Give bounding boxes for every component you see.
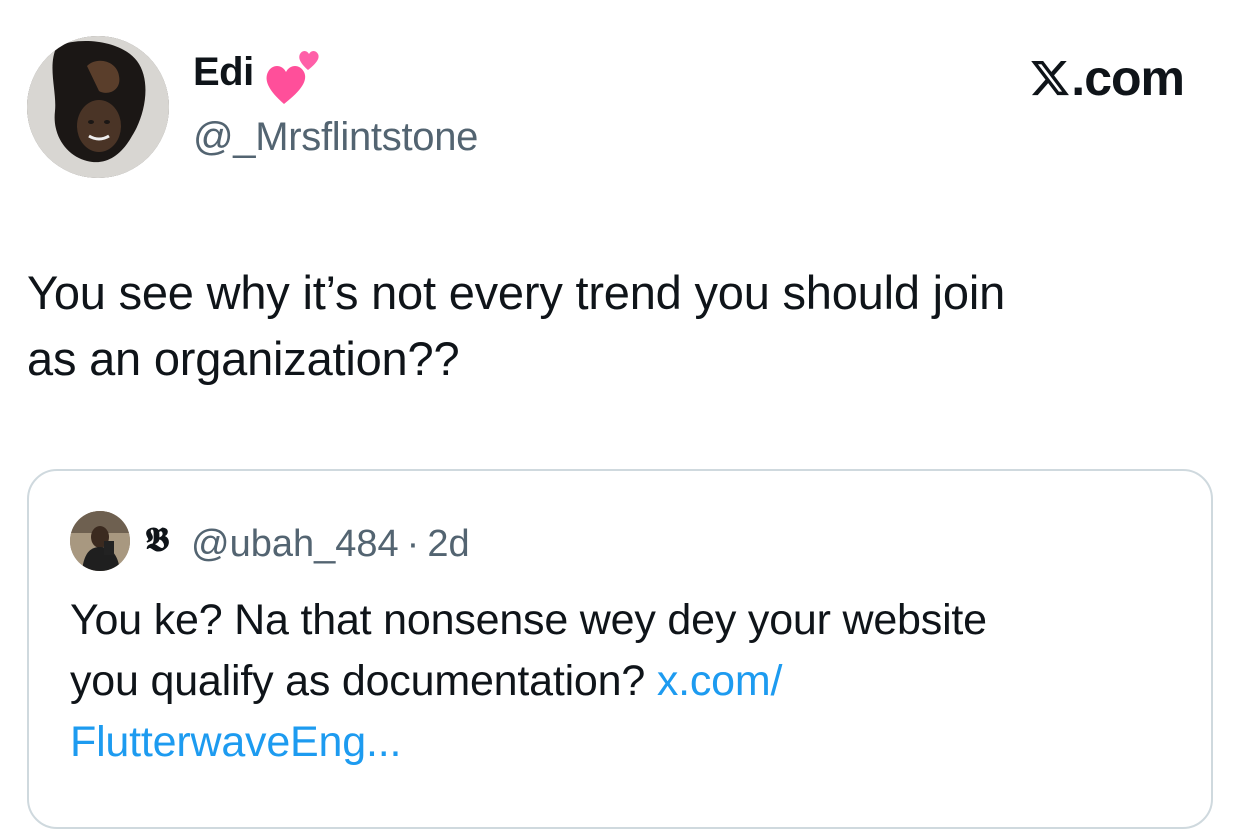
x-logo-icon xyxy=(1031,60,1070,96)
quoted-tweet-link-part-1[interactable]: x.com/ xyxy=(657,657,783,705)
author-handle[interactable]: @_Mrsflintstone xyxy=(193,117,478,157)
quoted-tweet-meta: @ubah_484 · 2d xyxy=(191,525,470,563)
quoted-text-line-1: You ke? Na that nonsense wey dey your we… xyxy=(70,596,987,644)
meta-separator: · xyxy=(406,523,420,565)
quoted-author-handle[interactable]: @ubah_484 xyxy=(191,523,399,565)
quoted-tweet-time[interactable]: 2d xyxy=(427,523,469,565)
brand-suffix: .com xyxy=(1071,50,1185,106)
author-avatar-photo xyxy=(27,36,169,178)
quoted-author-badge: 𝕭 xyxy=(145,520,170,560)
quoted-author-avatar[interactable] xyxy=(70,511,130,571)
quoted-author-avatar-photo xyxy=(70,511,130,571)
tweet-text: You see why it’s not every trend you sho… xyxy=(27,260,1207,392)
tweet-text-line-1: You see why it’s not every trend you sho… xyxy=(27,266,1006,319)
author-display-name[interactable]: Edi xyxy=(193,52,254,92)
tweet-text-line-2: as an organization?? xyxy=(27,332,460,385)
author-avatar[interactable] xyxy=(27,36,169,178)
quoted-text-line-2: you qualify as documentation? xyxy=(70,657,646,705)
quoted-tweet-card[interactable]: 𝕭 @ubah_484 · 2d You ke? Na that nonsense … xyxy=(27,469,1213,829)
quoted-tweet-text: You ke? Na that nonsense wey dey your we… xyxy=(70,590,1180,773)
quoted-tweet-link-part-2[interactable]: FlutterwaveEng... xyxy=(70,718,401,766)
x-brand: .com xyxy=(1029,50,1185,106)
two-hearts-icon xyxy=(262,46,328,108)
